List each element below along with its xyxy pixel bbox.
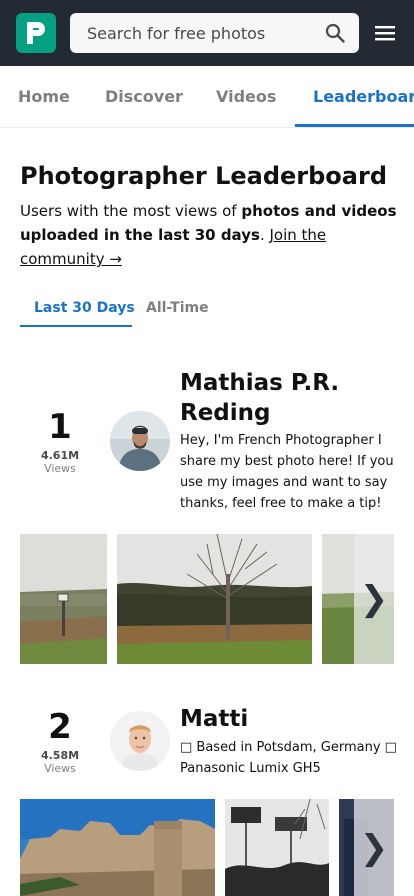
nav-tab-leaderboard[interactable]: Leaderboard bbox=[313, 66, 414, 127]
gallery-photo[interactable] bbox=[20, 534, 107, 664]
avatar[interactable] bbox=[110, 411, 170, 471]
gallery-next-button[interactable]: ❯ bbox=[354, 799, 394, 896]
chevron-right-icon: ❯ bbox=[359, 579, 389, 619]
gallery-photo[interactable] bbox=[117, 534, 312, 664]
photographer-name[interactable]: Matti bbox=[180, 704, 405, 734]
photographer-bio: Hey, I'm French Photographer I share my … bbox=[180, 433, 394, 511]
photographer-name[interactable]: Mathias P.R. Reding bbox=[180, 368, 405, 428]
rank-number: 1 bbox=[48, 407, 72, 447]
views-count: 4.58M bbox=[40, 749, 80, 762]
photographer-bio: □ Based in Potsdam, Germany □ Panasonic … bbox=[180, 740, 397, 776]
views-label: Views bbox=[44, 762, 76, 775]
logo-icon bbox=[27, 22, 45, 44]
hamburger-menu-icon[interactable] bbox=[374, 22, 396, 44]
page-subtitle: Users with the most views of photos and … bbox=[20, 199, 400, 271]
views-label: Views bbox=[44, 462, 76, 475]
search-bar[interactable] bbox=[70, 13, 359, 53]
pexels-logo[interactable] bbox=[16, 13, 56, 53]
nav-tab-videos[interactable]: Videos bbox=[216, 66, 276, 127]
rank-number: 2 bbox=[48, 707, 72, 747]
nav-tab-discover[interactable]: Discover bbox=[105, 66, 183, 127]
page-title: Photographer Leaderboard bbox=[20, 162, 388, 190]
views-count: 4.61M bbox=[40, 449, 80, 462]
gallery-photo[interactable] bbox=[225, 799, 329, 896]
tab-all-time[interactable]: All-Time bbox=[146, 300, 209, 316]
nav-tab-home[interactable]: Home bbox=[18, 66, 70, 127]
period-active-indicator bbox=[20, 325, 132, 327]
chevron-right-icon: ❯ bbox=[359, 827, 389, 868]
nav-active-indicator bbox=[295, 124, 414, 127]
main-nav: Home Discover Videos Leaderboard bbox=[0, 66, 414, 128]
gallery-next-button[interactable]: ❯ bbox=[354, 534, 394, 664]
top-bar bbox=[0, 0, 414, 66]
search-icon[interactable] bbox=[325, 23, 345, 43]
avatar[interactable] bbox=[110, 711, 170, 771]
tab-last-30-days[interactable]: Last 30 Days bbox=[34, 300, 135, 316]
search-input[interactable] bbox=[70, 13, 320, 53]
subtitle-text: Users with the most views of bbox=[20, 202, 242, 220]
gallery-photo[interactable] bbox=[20, 799, 215, 896]
